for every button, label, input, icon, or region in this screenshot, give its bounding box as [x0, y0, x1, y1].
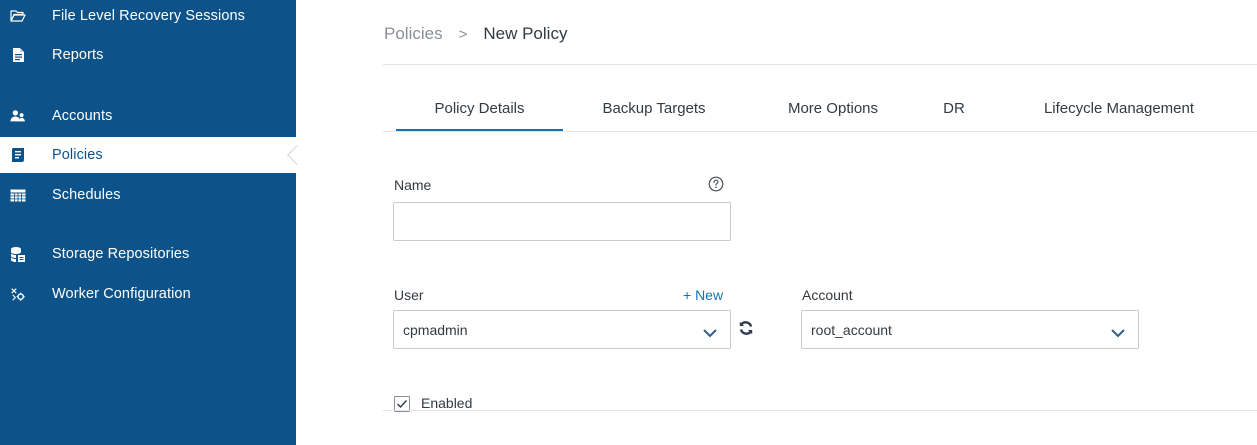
tab-bar: Policy Details Backup Targets More Optio…: [396, 88, 1216, 132]
sidebar-item-storage-repositories[interactable]: Storage Repositories: [0, 236, 296, 272]
sidebar-item-policies[interactable]: Policies: [0, 137, 307, 173]
breadcrumb: Policies > New Policy: [384, 24, 567, 44]
account-select-value: root_account: [811, 321, 892, 338]
sidebar-item-file-level-recovery-sessions[interactable]: File Level Recovery Sessions: [0, 0, 296, 34]
tabs-divider: [383, 131, 1257, 132]
chevron-down-icon: [702, 325, 718, 337]
tab-dr[interactable]: DR: [934, 88, 974, 132]
tab-more-options[interactable]: More Options: [768, 88, 898, 132]
user-select[interactable]: cpmadmin: [393, 310, 731, 349]
sidebar-item-label: Schedules: [52, 187, 121, 203]
folder-open-icon: [10, 8, 26, 24]
refresh-icon[interactable]: [738, 320, 754, 336]
enabled-label: Enabled: [421, 395, 473, 411]
name-input[interactable]: [393, 202, 731, 241]
main-content: Policies > New Policy Policy Details Bac…: [296, 0, 1257, 445]
sidebar-item-label: File Level Recovery Sessions: [52, 8, 245, 24]
tab-backup-targets[interactable]: Backup Targets: [584, 88, 724, 132]
breadcrumb-separator: >: [458, 25, 468, 43]
tab-policy-details[interactable]: Policy Details: [396, 88, 563, 132]
document-icon: [10, 47, 26, 63]
sidebar-item-schedules[interactable]: Schedules: [0, 177, 296, 213]
sidebar-item-worker-configuration[interactable]: Worker Configuration: [0, 276, 296, 312]
help-icon[interactable]: [708, 176, 724, 192]
account-select[interactable]: root_account: [801, 310, 1139, 349]
sidebar-item-label: Reports: [52, 47, 104, 63]
sidebar-item-label: Storage Repositories: [52, 246, 190, 262]
worker-config-icon: [10, 286, 26, 302]
users-icon: [10, 108, 26, 124]
sidebar-item-reports[interactable]: Reports: [0, 37, 296, 73]
form-divider: [383, 410, 1257, 411]
app-window: File Level Recovery Sessions Reports Acc…: [0, 0, 1257, 445]
sidebar-item-label: Accounts: [52, 108, 113, 124]
sidebar-item-label: Policies: [52, 147, 103, 163]
calendar-grid-icon: [10, 187, 26, 203]
sidebar: File Level Recovery Sessions Reports Acc…: [0, 0, 307, 445]
sidebar-item-accounts[interactable]: Accounts: [0, 98, 296, 134]
user-select-value: cpmadmin: [403, 321, 468, 338]
new-user-link[interactable]: + New: [683, 287, 723, 303]
account-label: Account: [802, 287, 853, 303]
database-icon: [10, 246, 26, 262]
sidebar-item-label: Worker Configuration: [52, 286, 191, 302]
tab-lifecycle-management[interactable]: Lifecycle Management: [1024, 88, 1214, 132]
chevron-down-icon: [1110, 325, 1126, 337]
name-label: Name: [394, 177, 432, 193]
page-title: New Policy: [483, 24, 568, 43]
user-label: User: [394, 287, 424, 303]
policy-icon: [10, 147, 26, 163]
breadcrumb-link-policies[interactable]: Policies: [384, 24, 443, 44]
header-divider: [383, 64, 1257, 65]
